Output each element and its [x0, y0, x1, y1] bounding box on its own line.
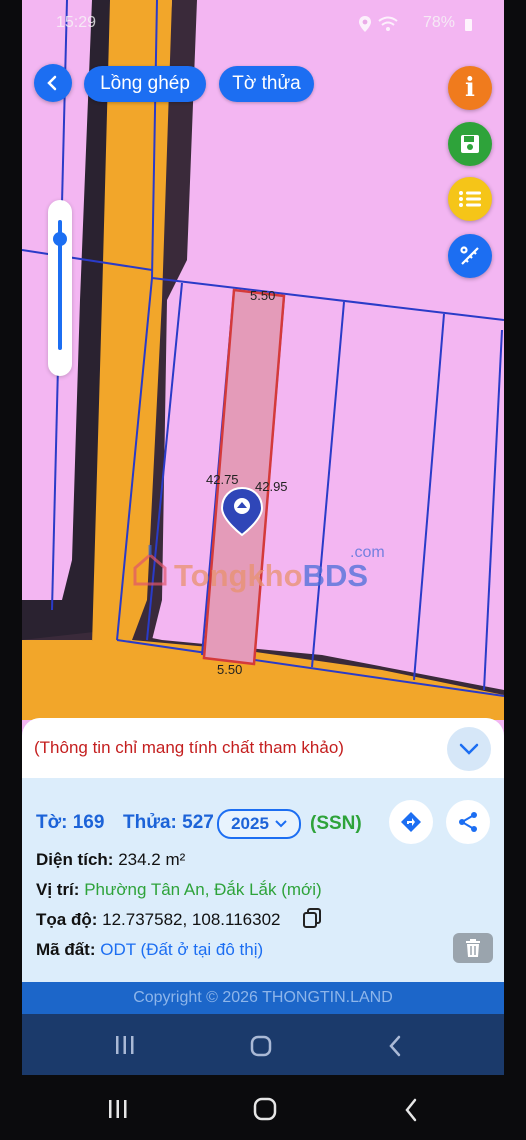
notice-bar: (Thông tin chỉ mang tính chất tham khảo)	[22, 718, 504, 778]
parcel-info-panel: (Thông tin chỉ mang tính chất tham khảo)…	[22, 718, 504, 982]
system-navigation-bar	[0, 1075, 526, 1140]
chevron-down-icon	[459, 743, 479, 755]
measure-icon	[460, 246, 479, 265]
parcel-sheet-button[interactable]: Tờ thửa	[219, 66, 314, 102]
recent-apps-icon[interactable]	[107, 1099, 129, 1119]
watermark-brand-b: BDS	[302, 558, 369, 593]
dimension-top: 5.50	[250, 288, 276, 303]
delete-button[interactable]	[453, 933, 493, 963]
zoom-knob[interactable]	[53, 231, 67, 246]
location-status-icon	[358, 16, 372, 37]
area-row: Diện tích: 234.2 m²	[36, 850, 185, 870]
ssn-label: (SSN)	[310, 813, 362, 834]
year-select[interactable]: 2025	[217, 809, 301, 839]
chevron-left-icon	[47, 75, 57, 91]
copyright-bar: Copyright © 2026 THONGTIN.LAND	[22, 982, 504, 1014]
save-button[interactable]	[448, 122, 492, 166]
copyright-text: Copyright © 2026 THONGTIN.LAND	[133, 989, 393, 1006]
sheet-number: Tờ: 169	[36, 812, 105, 833]
landcode-label: Mã đất:	[36, 940, 96, 959]
coordinate-row: Tọa độ: 12.737582, 108.116302	[36, 910, 280, 930]
watermark-brand-a: Tongkho	[174, 558, 303, 593]
area-label: Diện tích:	[36, 850, 114, 869]
dimension-left: 42.75	[206, 472, 239, 487]
app-navigation-bar	[22, 1014, 504, 1075]
copy-icon	[303, 908, 321, 928]
landcode-value: ODT (Đất ở tại đô thị)	[100, 940, 264, 959]
back-button[interactable]	[34, 64, 72, 102]
list-button[interactable]	[448, 177, 492, 221]
watermark-suffix: .com	[350, 544, 385, 561]
chevron-down-icon	[275, 820, 287, 828]
battery-text: 78%	[423, 14, 456, 31]
layer-overlay-button[interactable]: Lồng ghép	[84, 66, 206, 102]
copy-button[interactable]	[302, 908, 322, 933]
wifi-icon	[378, 16, 398, 37]
measure-button[interactable]	[448, 234, 492, 278]
back-nav-icon[interactable]	[388, 1035, 402, 1057]
status-time: 15:29	[56, 14, 97, 31]
home-icon[interactable]	[250, 1035, 272, 1057]
info-button[interactable]: i	[448, 66, 492, 110]
info-icon: i	[465, 73, 475, 103]
battery-icon	[465, 19, 472, 31]
coordinate-value: 12.737582, 108.116302	[102, 910, 281, 929]
year-value: 2025	[231, 814, 269, 833]
parcel-number: Thửa: 527	[122, 812, 214, 833]
dimension-right: 42.95	[255, 479, 288, 494]
save-icon	[461, 135, 479, 153]
directions-icon	[401, 812, 421, 832]
watermark-logo: TongkhoBDS	[174, 558, 368, 594]
zoom-slider[interactable]	[48, 200, 72, 376]
app-screen: 5.50 5.50 42.75 42.95 TongkhoBDS .com 15…	[22, 0, 504, 1075]
directions-button[interactable]	[389, 800, 433, 844]
notice-text: (Thông tin chỉ mang tính chất tham khảo)	[34, 738, 344, 757]
location-row: Vị trí: Phường Tân An, Đắk Lắk (mới)	[36, 880, 322, 900]
share-button[interactable]	[446, 800, 490, 844]
coordinate-label: Tọa độ:	[36, 910, 98, 929]
home-icon[interactable]	[253, 1097, 277, 1121]
map-view[interactable]	[22, 0, 504, 720]
recent-apps-icon[interactable]	[114, 1035, 136, 1055]
list-icon	[459, 191, 481, 207]
parcel-id-row: Tờ: 169 Thửa: 527	[36, 812, 214, 834]
area-value: 234.2 m²	[118, 850, 186, 869]
location-value: Phường Tân An, Đắk Lắk (mới)	[84, 880, 322, 899]
landcode-row: Mã đất: ODT (Đất ở tại đô thị)	[36, 940, 263, 960]
back-nav-icon[interactable]	[404, 1098, 418, 1122]
location-label: Vị trí:	[36, 880, 80, 899]
share-icon	[459, 812, 477, 832]
trash-icon	[466, 939, 480, 957]
dimension-bottom: 5.50	[217, 662, 243, 677]
collapse-button[interactable]	[447, 727, 491, 771]
